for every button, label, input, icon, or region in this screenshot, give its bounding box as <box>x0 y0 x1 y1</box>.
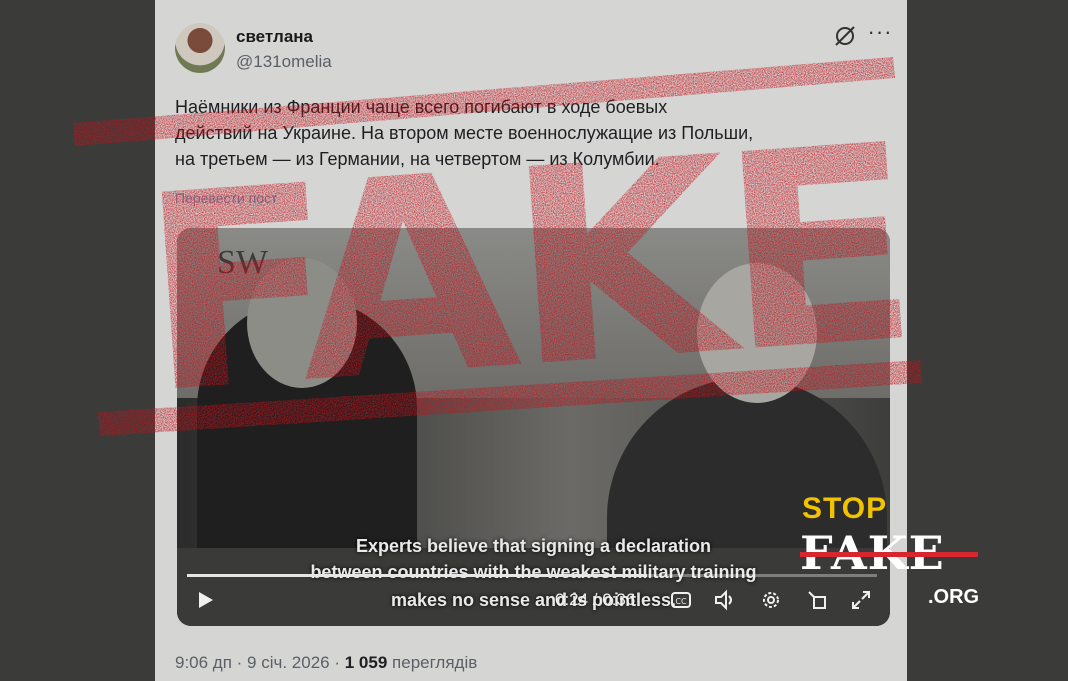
author-name[interactable]: светлана <box>236 27 313 47</box>
tweet-views-label: переглядів <box>392 653 478 672</box>
translate-post-link[interactable]: Перевести пост <box>175 190 277 206</box>
volume-icon[interactable] <box>713 588 737 612</box>
video-player[interactable]: SW Experts believe that signing a declar… <box>177 228 890 626</box>
tweet-timestamp[interactable]: 9:06 дп · 9 січ. 2026 · <box>175 653 340 672</box>
play-icon[interactable] <box>195 590 215 610</box>
tweet-text-line: Наёмники из Франции чаще всего погибают … <box>175 97 668 117</box>
tweet-text-line: действий на Украине. На втором месте вое… <box>175 123 754 143</box>
author-handle[interactable]: @131omelia <box>236 52 332 72</box>
logo-strike-line <box>800 552 978 557</box>
more-options-icon[interactable]: ··· <box>867 21 893 46</box>
tweet-text-line: на третьем — из Германии, на четвертом —… <box>175 149 660 169</box>
video-person-left-head <box>247 258 357 388</box>
settings-icon[interactable] <box>759 588 783 612</box>
video-person-right-head <box>697 263 817 403</box>
video-watermark: SW <box>217 244 268 281</box>
tweet-views-count: 1 059 <box>344 653 388 672</box>
video-controls: 0:24 / 0:36 CC <box>177 568 890 626</box>
tweet-card: светлана @131omelia ··· Наёмники из Фран… <box>155 0 907 681</box>
video-subtitle-line: Experts believe that signing a declarati… <box>355 536 712 556</box>
video-progress-bar[interactable] <box>187 574 877 577</box>
video-time: 0:24 / 0:36 <box>555 590 636 609</box>
grok-icon[interactable] <box>833 24 857 48</box>
tweet-text: Наёмники из Франции чаще всего погибают … <box>175 94 875 172</box>
video-progress-fill <box>187 574 648 577</box>
logo-org-text: .ORG <box>928 586 980 608</box>
logo-stop-text: STOP <box>802 492 888 525</box>
avatar[interactable] <box>175 23 225 73</box>
captions-icon[interactable]: CC <box>669 588 693 612</box>
tweet-meta: 9:06 дп · 9 січ. 2026 · 1 059 переглядів <box>175 653 477 673</box>
stopfake-logo: STOP FAKE .ORG <box>800 492 980 612</box>
svg-text:CC: CC <box>675 597 687 606</box>
